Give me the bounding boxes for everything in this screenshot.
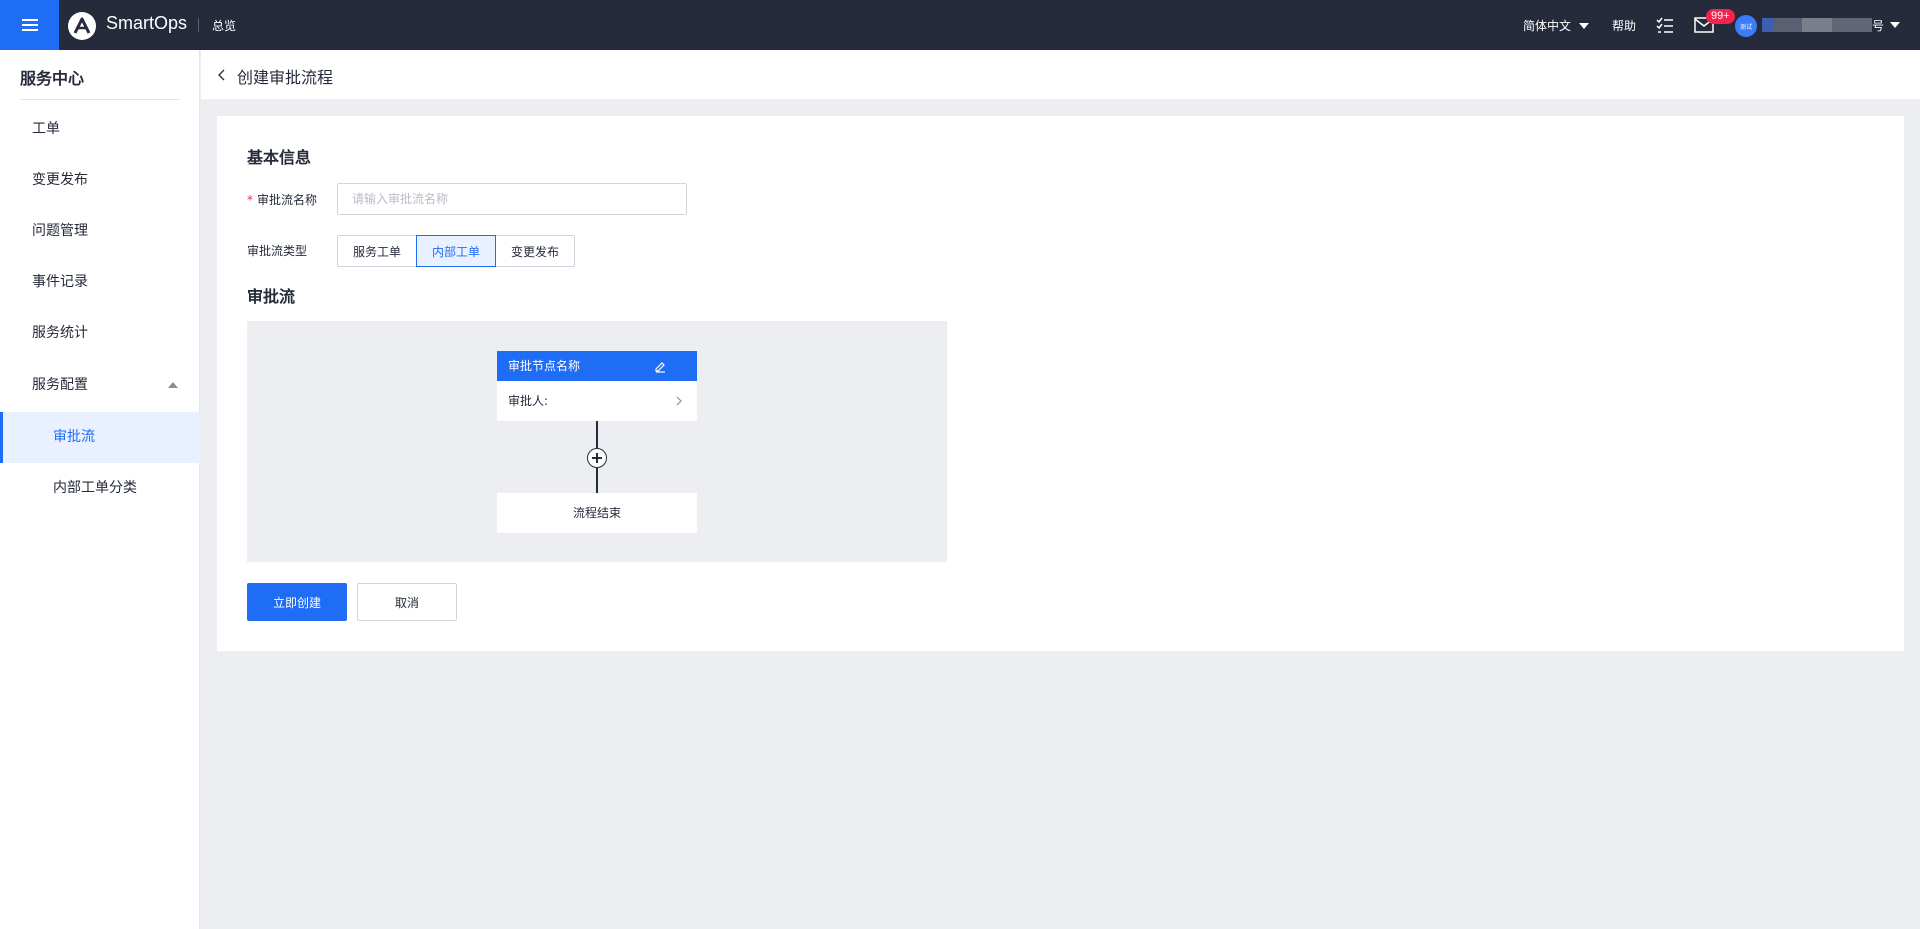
name-label-text: 审批流名称 xyxy=(257,193,318,207)
notification-badge: 99+ xyxy=(1706,9,1735,24)
approval-type-group: 服务工单 内部工单 变更发布 xyxy=(337,235,576,267)
brand-name: SmartOps xyxy=(106,13,188,33)
type-label: 审批流类型 xyxy=(247,244,308,258)
approval-node: 审批节点名称 审批人: xyxy=(497,351,697,421)
sidebar-divider xyxy=(20,99,180,100)
menu-toggle-button[interactable] xyxy=(0,0,59,50)
approval-node-title: 审批节点名称 xyxy=(508,359,581,373)
username-tail: 号 xyxy=(1872,19,1885,33)
chevron-right-icon xyxy=(676,396,682,406)
sidebar-item-event-records[interactable]: 事件记录 xyxy=(0,257,200,308)
approval-name-input[interactable] xyxy=(337,183,687,215)
avatar[interactable]: 测试 xyxy=(1735,15,1757,37)
edit-icon[interactable] xyxy=(653,359,667,373)
flow-canvas: 审批节点名称 审批人: 流程结束 xyxy=(247,321,947,562)
username-redacted[interactable] xyxy=(1762,18,1884,32)
form-card: 基本信息 * 审批流名称 审批流类型 服务工单 内部工单 变更发布 审批流 审批节… xyxy=(217,116,1904,651)
sidebar-item-label: 服务配置 xyxy=(32,377,88,393)
top-bar: SmartOps 总览 简体中文 帮助 99+ 测试 号 xyxy=(0,0,1920,50)
approval-node-header: 审批节点名称 xyxy=(497,351,697,381)
page-title: 创建审批流程 xyxy=(237,68,334,87)
sidebar-title: 服务中心 xyxy=(20,69,85,88)
approval-flow-heading: 审批流 xyxy=(247,287,296,306)
language-label: 简体中文 xyxy=(1523,19,1572,33)
required-mark: * xyxy=(247,193,253,207)
sidebar-item-service-config[interactable]: 服务配置 xyxy=(0,360,200,411)
basic-info-heading: 基本信息 xyxy=(247,148,312,167)
nav-overview-link[interactable]: 总览 xyxy=(212,17,236,34)
chevron-down-icon xyxy=(1579,22,1590,29)
sidebar-item-internal-ticket-category[interactable]: 内部工单分类 xyxy=(0,463,200,514)
user-menu-chevron-icon[interactable] xyxy=(1890,22,1900,28)
sidebar-item-approval-flow[interactable]: 审批流 xyxy=(0,412,200,463)
type-option-internal-ticket[interactable]: 内部工单 xyxy=(416,235,497,267)
hamburger-icon xyxy=(21,19,38,31)
create-button[interactable]: 立即创建 xyxy=(247,583,347,621)
approver-row[interactable]: 审批人: xyxy=(497,381,697,421)
brand-divider xyxy=(198,18,199,32)
page-header: 创建审批流程 xyxy=(201,50,1920,99)
name-label: * 审批流名称 xyxy=(247,191,317,208)
sidebar-item-change-release[interactable]: 变更发布 xyxy=(0,155,200,206)
approver-label: 审批人: xyxy=(508,394,549,408)
smartops-logo-icon xyxy=(68,12,96,40)
sidebar-item-tickets[interactable]: 工单 xyxy=(0,104,200,155)
help-link[interactable]: 帮助 xyxy=(1612,17,1636,34)
task-list-icon[interactable] xyxy=(1656,17,1674,35)
type-option-change-release[interactable]: 变更发布 xyxy=(495,235,576,267)
language-selector[interactable]: 简体中文 xyxy=(1523,17,1590,34)
flow-end-node: 流程结束 xyxy=(497,493,697,533)
type-option-service-ticket[interactable]: 服务工单 xyxy=(337,235,418,267)
sidebar-item-service-stats[interactable]: 服务统计 xyxy=(0,308,200,359)
chevron-up-icon xyxy=(168,382,178,388)
sidebar-item-problem-management[interactable]: 问题管理 xyxy=(0,206,200,257)
flow-connector xyxy=(596,421,598,448)
flow-connector xyxy=(596,468,598,493)
sidebar: 服务中心 工单 变更发布 问题管理 事件记录 服务统计 服务配置 审批流 内部工… xyxy=(0,50,200,929)
cancel-button[interactable]: 取消 xyxy=(357,583,457,621)
add-node-button[interactable] xyxy=(587,448,607,468)
back-chevron-icon[interactable] xyxy=(217,69,227,81)
